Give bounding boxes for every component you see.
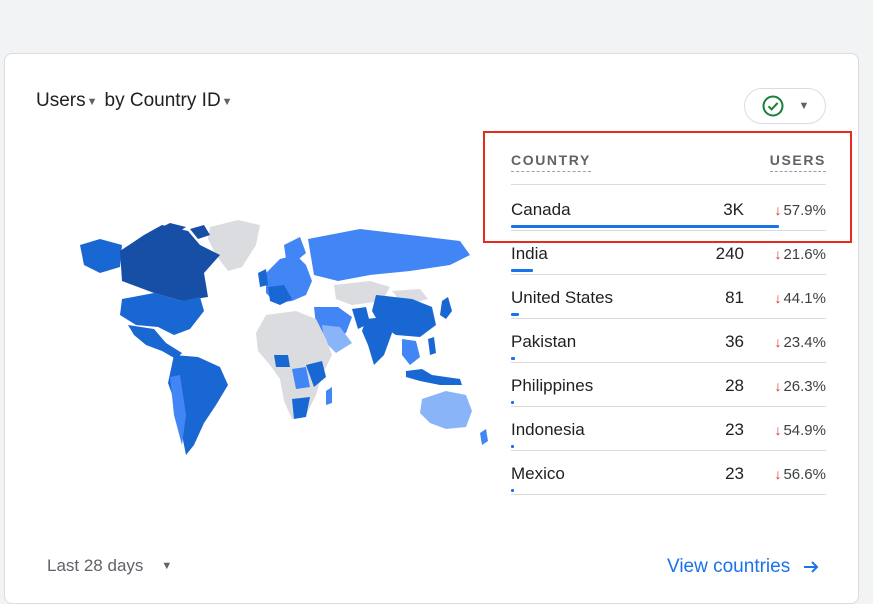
map-region-madagascar: [326, 387, 332, 405]
share-bar: [511, 445, 514, 448]
users-value: 3K: [723, 200, 744, 219]
users-value: 81: [725, 288, 744, 307]
column-header-country[interactable]: COUNTRY: [511, 152, 591, 172]
share-bar: [511, 269, 534, 272]
card-title: Users ▼ by Country ID ▼: [36, 90, 236, 112]
country-name: Canada: [511, 200, 571, 219]
country-name: India: [511, 244, 548, 263]
users-value: 36: [725, 332, 744, 351]
map-region-greenland: [208, 220, 260, 271]
arrow-down-icon: ↓: [774, 334, 782, 350]
share-bar: [511, 357, 515, 360]
arrow-down-icon: ↓: [774, 466, 782, 482]
change-percent: 44.1%: [783, 290, 826, 307]
change-percent: 21.6%: [783, 246, 826, 263]
map-region-russia: [308, 229, 470, 281]
row-divider: [511, 494, 826, 495]
change-percent: 23.4%: [783, 334, 826, 351]
arrow-down-icon: ↓: [774, 378, 782, 394]
map-region-scandinavia: [284, 237, 306, 263]
chevron-down-icon: ▼: [161, 560, 173, 572]
arrow-right-icon: [804, 561, 819, 573]
map-region-new-zealand: [480, 429, 488, 445]
map-region-alaska: [80, 239, 122, 273]
users-value: 23: [725, 464, 744, 483]
country-name: Pakistan: [511, 332, 577, 351]
change-value: ↓ 21.6%: [774, 246, 826, 263]
change-percent: 26.3%: [783, 378, 826, 395]
map-region-southern-africa: [292, 397, 310, 419]
users-value: 23: [725, 420, 744, 439]
table-row[interactable]: Indonesia 23 ↓ 54.9%: [511, 406, 826, 451]
share-bar: [511, 313, 519, 316]
change-value: ↓ 54.9%: [774, 422, 826, 439]
dimension-selector[interactable]: by Country ID: [105, 90, 221, 112]
arrow-down-icon: ↓: [774, 246, 782, 262]
header-divider: [511, 184, 826, 185]
share-bar: [511, 489, 514, 492]
users-value: 28: [725, 376, 744, 395]
map-region-japan: [440, 297, 452, 319]
country-name: Indonesia: [511, 420, 585, 439]
country-name: United States: [511, 288, 614, 307]
column-header-users[interactable]: USERS: [769, 152, 826, 172]
country-name: Mexico: [511, 464, 565, 483]
chevron-down-icon: ▼: [798, 100, 810, 112]
change-value: ↓ 23.4%: [774, 334, 826, 351]
change-value: ↓ 44.1%: [774, 290, 826, 307]
users-value: 240: [715, 244, 744, 263]
data-quality-button[interactable]: ▼: [744, 88, 826, 124]
arrow-down-icon: ↓: [774, 202, 782, 218]
check-circle-icon: [762, 95, 784, 117]
table-row[interactable]: United States 81 ↓ 44.1%: [511, 274, 826, 319]
table-row[interactable]: India 240 ↓ 21.6%: [511, 230, 826, 275]
country-name: Philippines: [511, 376, 594, 395]
metric-selector[interactable]: Users: [36, 90, 86, 112]
map-region-indonesia: [406, 369, 462, 385]
view-countries-label: View countries: [667, 556, 791, 577]
date-range-label: Last 28 days: [47, 556, 144, 575]
arrow-down-icon: ↓: [774, 290, 782, 306]
change-value: ↓ 56.6%: [774, 466, 826, 483]
map-region-southeast-asia: [402, 339, 420, 365]
view-countries-link[interactable]: View countries: [667, 556, 820, 578]
share-bar: [511, 401, 514, 404]
change-value: ↓ 26.3%: [774, 378, 826, 395]
table-row[interactable]: Canada 3K ↓ 57.9%: [511, 186, 826, 231]
change-percent: 54.9%: [783, 422, 826, 439]
table-row[interactable]: Philippines 28 ↓ 26.3%: [511, 362, 826, 407]
share-bar: [511, 225, 779, 228]
change-percent: 57.9%: [783, 202, 826, 219]
change-value: ↓ 57.9%: [774, 202, 826, 219]
table-row[interactable]: Mexico 23 ↓ 56.6%: [511, 450, 826, 495]
map-region-west-africa: [274, 355, 290, 367]
map-region-philippines: [428, 337, 436, 355]
change-percent: 56.6%: [783, 466, 826, 483]
world-map: [80, 220, 488, 455]
table-row[interactable]: Pakistan 36 ↓ 23.4%: [511, 318, 826, 363]
map-region-australia: [420, 391, 472, 429]
map-region-uk: [258, 269, 268, 287]
dimension-dropdown-icon[interactable]: ▼: [222, 96, 233, 108]
date-range-selector[interactable]: Last 28 days ▼: [47, 556, 172, 576]
metric-dropdown-icon[interactable]: ▼: [87, 96, 98, 108]
arrow-down-icon: ↓: [774, 422, 782, 438]
